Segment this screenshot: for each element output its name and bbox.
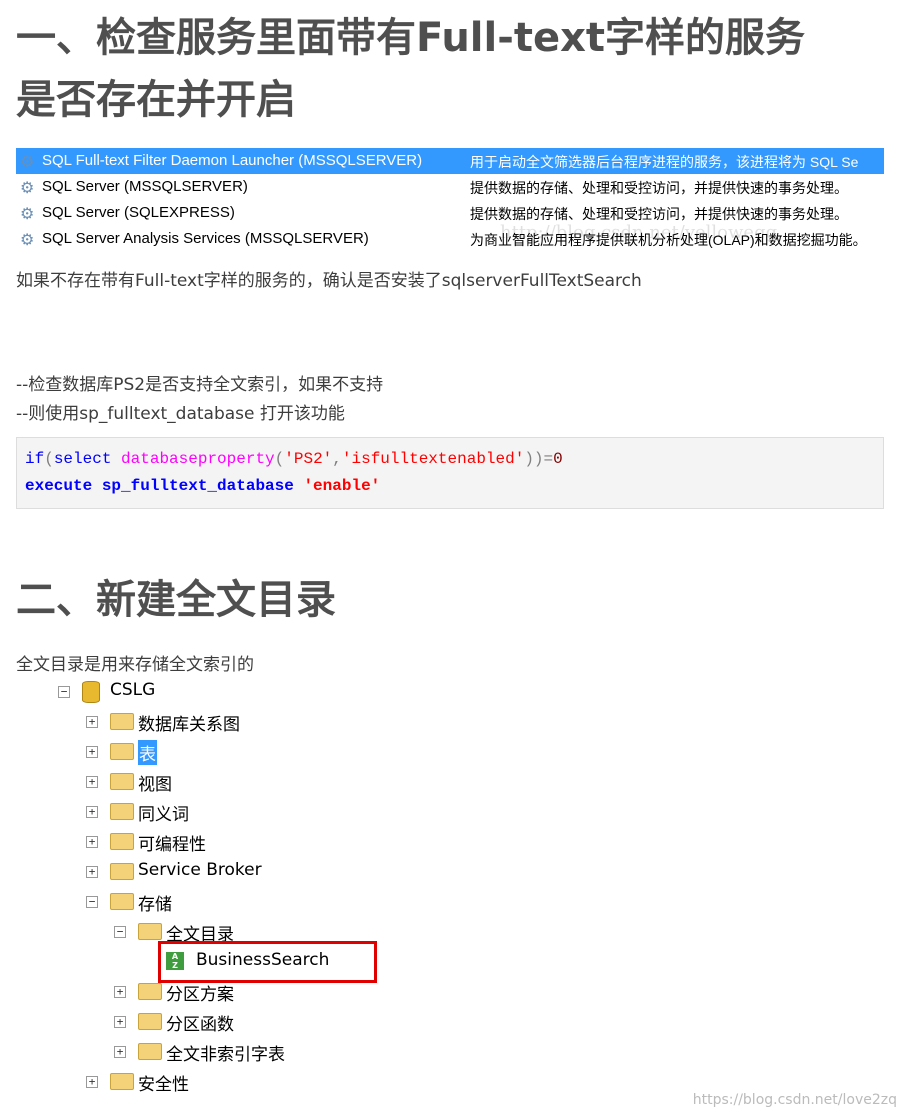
tree-label: 视图: [138, 775, 172, 795]
gear-icon: ⚙: [20, 154, 35, 171]
watermark-url: https://blog.csdn.net/love2zq: [692, 1092, 897, 1108]
service-row[interactable]: ⚙ SQL Server (MSSQLSERVER) 提供数据的存储、处理和受控访问…: [16, 174, 884, 200]
folder-open-icon: [138, 923, 162, 940]
folder-icon: [138, 1013, 162, 1030]
expand-icon[interactable]: +: [86, 716, 98, 728]
code-block: if(select databaseproperty('PS2','isfull…: [16, 437, 884, 509]
expand-icon[interactable]: +: [86, 806, 98, 818]
service-name: SQL Full-text Filter Daemon Launcher (MS…: [42, 152, 423, 169]
gear-icon: ⚙: [20, 180, 35, 197]
tree-label: 数据库关系图: [138, 715, 240, 735]
gear-icon: ⚙: [20, 232, 35, 249]
expand-icon[interactable]: +: [86, 1076, 98, 1088]
code-line-2: execute sp_fulltext_database 'enable': [25, 477, 381, 495]
heading-1-cont: 是否存在并开启: [16, 77, 296, 123]
folder-icon: [138, 1043, 162, 1060]
collapse-icon[interactable]: −: [114, 926, 126, 938]
tree-label: CSLG: [110, 680, 156, 700]
tree-label: 分区方案: [166, 985, 234, 1005]
tree-label: Service Broker: [138, 860, 262, 880]
service-desc: 提供数据的存储、处理和受控访问，并提供快速的事务处理。: [470, 206, 848, 222]
folder-open-icon: [110, 893, 134, 910]
collapse-icon[interactable]: −: [58, 686, 70, 698]
expand-icon[interactable]: +: [114, 1046, 126, 1058]
service-desc: 用于启动全文筛选器后台程序进程的服务，该进程将为 SQL Se: [470, 154, 859, 170]
service-desc: 提供数据的存储、处理和受控访问，并提供快速的事务处理。: [470, 180, 848, 196]
expand-icon[interactable]: +: [86, 776, 98, 788]
code-line-1: if(select databaseproperty('PS2','isfull…: [25, 450, 563, 468]
collapse-icon[interactable]: −: [86, 896, 98, 908]
folder-icon: [110, 713, 134, 730]
tree-label: 表: [138, 740, 157, 765]
paragraph: 如果不存在带有Full-text字样的服务的，确认是否安装了sqlserverF…: [16, 271, 642, 291]
database-icon: [82, 681, 100, 703]
expand-icon[interactable]: +: [86, 866, 98, 878]
highlight-box: [158, 941, 377, 983]
paragraph: 全文目录是用来存储全文索引的: [16, 655, 254, 675]
comment-line: --则使用sp_fulltext_database 打开该功能: [16, 404, 345, 424]
folder-icon: [138, 983, 162, 1000]
tree-label: 可编程性: [138, 835, 206, 855]
folder-icon: [110, 803, 134, 820]
heading-1: 一、检查服务里面带有Full-text字样的服务: [16, 15, 806, 61]
watermark: http://blog.csdn.net/yellowegg: [500, 222, 778, 243]
folder-icon: [110, 743, 134, 760]
folder-icon: [110, 863, 134, 880]
folder-icon: [110, 833, 134, 850]
service-row[interactable]: ⚙ SQL Full-text Filter Daemon Launcher (M…: [16, 148, 884, 174]
expand-icon[interactable]: +: [86, 836, 98, 848]
service-name: SQL Server Analysis Services (MSSQLSERVE…: [42, 230, 369, 247]
comment-line: --检查数据库PS2是否支持全文索引，如果不支持: [16, 375, 384, 395]
tree-label: 存储: [138, 895, 172, 915]
service-name: SQL Server (SQLEXPRESS): [42, 204, 235, 221]
expand-icon[interactable]: +: [114, 1016, 126, 1028]
tree-label: 安全性: [138, 1075, 189, 1095]
gear-icon: ⚙: [20, 206, 35, 223]
expand-icon[interactable]: +: [114, 986, 126, 998]
folder-icon: [110, 773, 134, 790]
expand-icon[interactable]: +: [86, 746, 98, 758]
heading-2: 二、新建全文目录: [16, 577, 336, 623]
tree-label: 分区函数: [166, 1015, 234, 1035]
tree-label: 全文非索引字表: [166, 1045, 285, 1065]
folder-icon: [110, 1073, 134, 1090]
service-name: SQL Server (MSSQLSERVER): [42, 178, 248, 195]
tree-label: 同义词: [138, 805, 189, 825]
